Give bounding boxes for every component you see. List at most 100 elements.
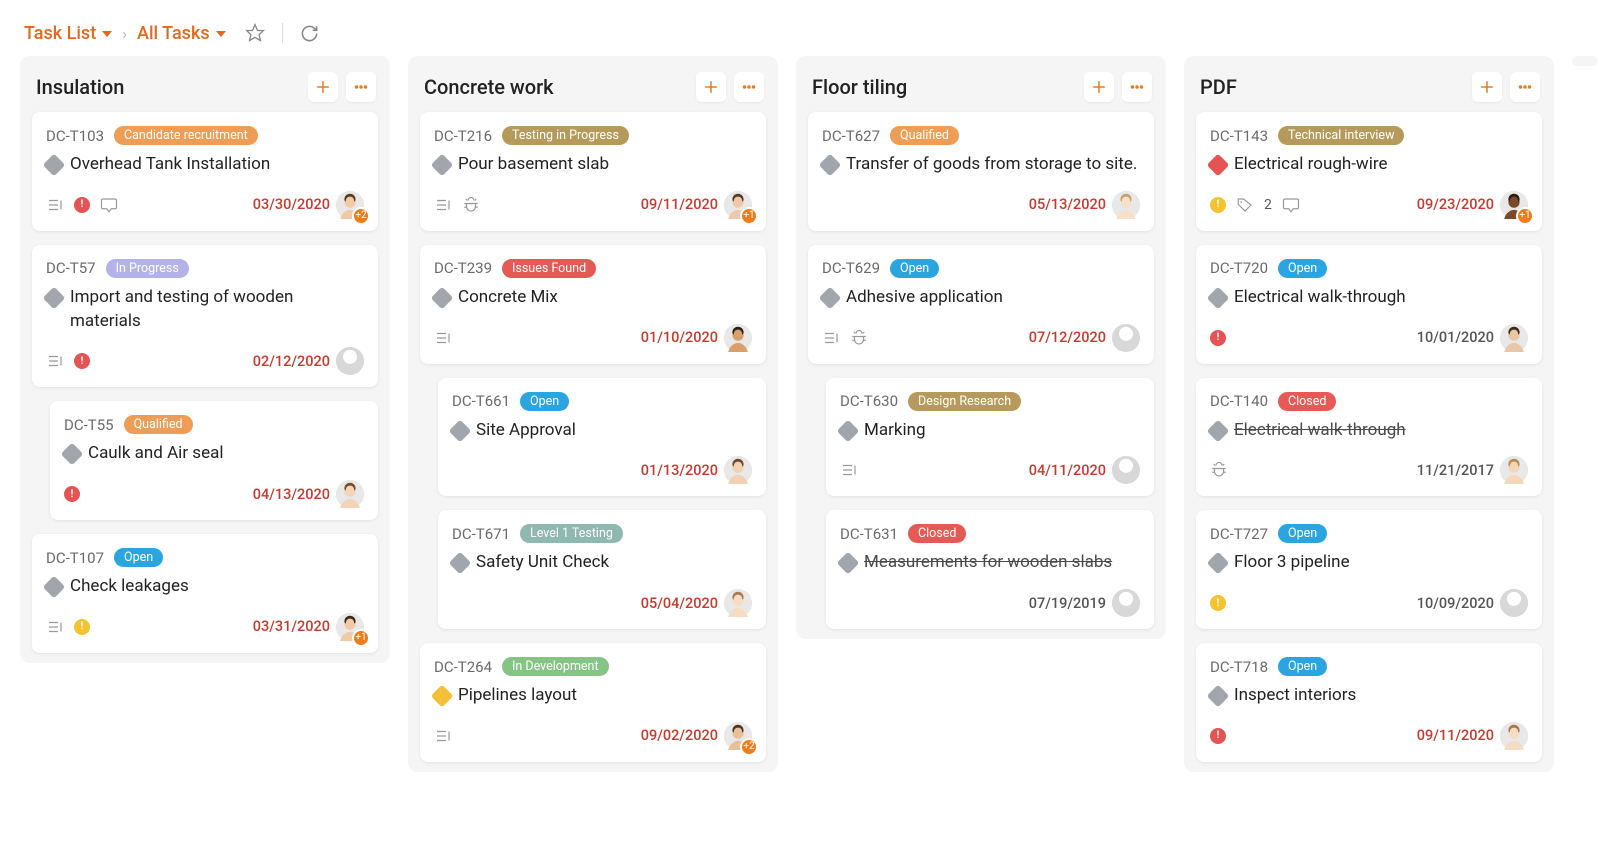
column-title: Insulation — [36, 75, 308, 99]
status-pill: Candidate recruitment — [114, 126, 258, 145]
card-footer-right: 01/13/2020 — [641, 456, 752, 484]
avatar-count-badge: +2 — [352, 207, 370, 225]
task-card[interactable]: DC-T57 In Progress Import and testing of… — [32, 245, 378, 388]
subtasks-icon — [434, 196, 452, 214]
task-card[interactable]: DC-T720 Open Electrical walk-through 10/… — [1196, 245, 1542, 364]
avatar — [724, 324, 752, 352]
priority-dot-icon — [74, 619, 90, 635]
due-date: 02/12/2020 — [253, 353, 330, 370]
due-date: 11/21/2017 — [1417, 462, 1494, 479]
priority-diamond-icon — [819, 154, 842, 177]
card-footer: 05/13/2020 — [822, 191, 1140, 219]
column-actions — [1084, 72, 1152, 102]
task-card[interactable]: DC-T629 Open Adhesive application 07/12/… — [808, 245, 1154, 364]
task-card[interactable]: DC-T103 Candidate recruitment Overhead T… — [32, 112, 378, 231]
card-footer: 01/10/2020 — [434, 324, 752, 352]
card-header: DC-T671 Level 1 Testing — [452, 524, 752, 543]
add-card-button[interactable] — [696, 72, 726, 102]
card-header: DC-T57 In Progress — [46, 259, 364, 278]
card-footer-right: 09/02/2020 +2 — [641, 722, 752, 750]
due-date: 01/13/2020 — [641, 462, 718, 479]
task-card[interactable]: DC-T55 Qualified Caulk and Air seal 04/1… — [50, 401, 378, 520]
task-card[interactable]: DC-T627 Qualified Transfer of goods from… — [808, 112, 1154, 231]
priority-dot-icon — [1210, 330, 1226, 346]
column-more-button[interactable] — [1510, 72, 1540, 102]
card-title: Transfer of goods from storage to site. — [846, 153, 1137, 177]
status-pill: Open — [520, 392, 569, 411]
column-more-button[interactable] — [734, 72, 764, 102]
card-footer: 11/21/2017 — [1210, 456, 1528, 484]
card-list: DC-T103 Candidate recruitment Overhead T… — [20, 112, 390, 653]
task-card[interactable]: DC-T630 Design Research Marking 04/11/20… — [826, 378, 1154, 497]
card-title-row: Check leakages — [46, 575, 364, 599]
card-title-row: Import and testing of wooden materials — [46, 286, 364, 334]
card-footer-left — [46, 196, 243, 214]
card-id: DC-T57 — [46, 259, 96, 277]
card-title-row: Concrete Mix — [434, 286, 752, 310]
card-title: Marking — [864, 419, 926, 443]
due-date: 03/30/2020 — [253, 196, 330, 213]
priority-diamond-icon — [43, 286, 66, 309]
more-icon — [352, 78, 370, 96]
card-title-row: Pipelines layout — [434, 684, 752, 708]
card-title-row: Electrical walk-through — [1210, 419, 1528, 443]
add-card-button[interactable] — [1472, 72, 1502, 102]
task-card[interactable]: DC-T727 Open Floor 3 pipeline 10/09/2020 — [1196, 510, 1542, 629]
task-card[interactable]: DC-T264 In Development Pipelines layout … — [420, 643, 766, 762]
card-title-row: Adhesive application — [822, 286, 1140, 310]
task-card[interactable]: DC-T140 Closed Electrical walk-through 1… — [1196, 378, 1542, 497]
status-pill: Qualified — [124, 415, 193, 434]
column-title: Floor tiling — [812, 75, 1084, 99]
card-footer-right: 09/23/2020 +1 — [1417, 191, 1528, 219]
column-more-button[interactable] — [346, 72, 376, 102]
breadcrumb-all-tasks[interactable]: All Tasks — [137, 23, 226, 44]
column-title: Concrete work — [424, 75, 696, 99]
priority-diamond-icon — [1207, 419, 1230, 442]
add-card-button[interactable] — [1084, 72, 1114, 102]
card-id: DC-T103 — [46, 127, 104, 145]
card-footer-left — [840, 461, 1019, 479]
status-pill: In Progress — [106, 259, 189, 278]
card-footer-left — [46, 618, 243, 636]
plus-icon — [1478, 78, 1496, 96]
task-card[interactable]: DC-T143 Technical interview Electrical r… — [1196, 112, 1542, 231]
subtasks-icon — [434, 329, 452, 347]
task-card[interactable]: DC-T661 Open Site Approval 01/13/2020 — [438, 378, 766, 497]
task-card[interactable]: DC-T216 Testing in Progress Pour basemen… — [420, 112, 766, 231]
add-card-button[interactable] — [308, 72, 338, 102]
star-icon — [245, 23, 265, 43]
due-date: 10/09/2020 — [1417, 595, 1494, 612]
card-footer: 09/02/2020 +2 — [434, 722, 752, 750]
plus-icon — [702, 78, 720, 96]
card-footer: 01/13/2020 — [452, 456, 752, 484]
plus-icon — [314, 78, 332, 96]
column-more-button[interactable] — [1122, 72, 1152, 102]
priority-dot-icon — [64, 486, 80, 502]
card-footer-left — [1210, 461, 1407, 479]
card-footer-left — [434, 727, 631, 745]
refresh-button[interactable] — [299, 22, 321, 44]
avatar: +1 — [1500, 191, 1528, 219]
comment-icon — [1282, 196, 1300, 214]
card-header: DC-T631 Closed — [840, 524, 1140, 543]
due-date: 04/11/2020 — [1029, 462, 1106, 479]
task-card[interactable]: DC-T671 Level 1 Testing Safety Unit Chec… — [438, 510, 766, 629]
task-card[interactable]: DC-T631 Closed Measurements for wooden s… — [826, 510, 1154, 629]
task-card[interactable]: DC-T718 Open Inspect interiors 09/11/202… — [1196, 643, 1542, 762]
card-footer-right: 10/01/2020 — [1417, 324, 1528, 352]
task-card[interactable]: DC-T107 Open Check leakages 03/31/2020 +… — [32, 534, 378, 653]
avatar — [724, 589, 752, 617]
card-footer: 09/11/2020 +1 — [434, 191, 752, 219]
board-column: Concrete work DC-T216 Testing in Progres… — [408, 56, 778, 772]
card-id: DC-T630 — [840, 392, 898, 410]
status-pill: Open — [114, 548, 163, 567]
card-header: DC-T55 Qualified — [64, 415, 364, 434]
task-card[interactable]: DC-T239 Issues Found Concrete Mix 01/10/… — [420, 245, 766, 364]
breadcrumb-task-list[interactable]: Task List — [24, 23, 112, 44]
card-header: DC-T103 Candidate recruitment — [46, 126, 364, 145]
priority-dot-icon — [74, 197, 90, 213]
card-footer: 03/30/2020 +2 — [46, 191, 364, 219]
status-pill: Design Research — [908, 392, 1021, 411]
avatar-count-badge: +1 — [1516, 207, 1534, 225]
favorite-button[interactable] — [244, 22, 266, 44]
